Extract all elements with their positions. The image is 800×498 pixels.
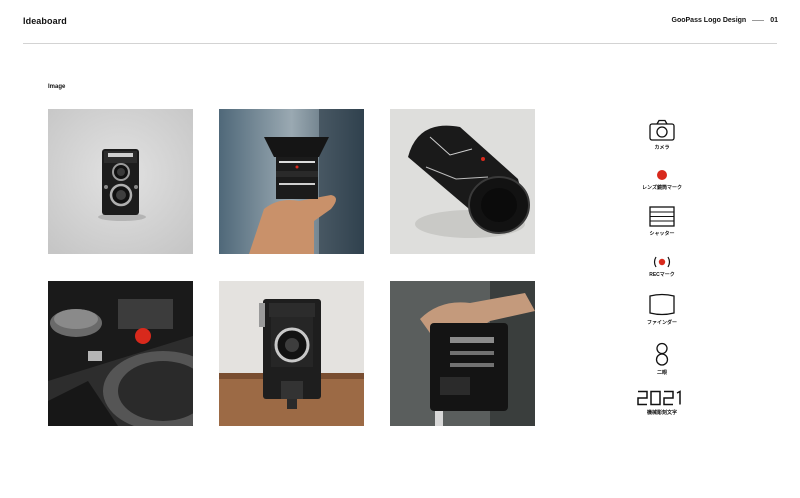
camera-lens-photo — [390, 109, 535, 254]
rec-mark-icon — [653, 256, 671, 268]
app-title: Ideaboard — [23, 16, 67, 26]
image-tile-hand-lens[interactable] — [219, 109, 364, 254]
red-dot-icon — [657, 170, 667, 180]
digits-2021-icon — [637, 390, 681, 406]
legend-label-camera: カメラ — [654, 145, 670, 151]
legend-item-camera: カメラ — [622, 119, 702, 151]
legend-item-finder: ファインダー — [622, 293, 702, 326]
rangefinder-camera-photo — [48, 281, 193, 426]
header-rule — [23, 43, 777, 44]
legend-item-rec-mark: RECマーク — [622, 256, 702, 278]
page-number: 01 — [770, 17, 778, 24]
legend-label-shutter: シャッター — [649, 231, 675, 237]
legend-label-twin-lens: 二眼 — [656, 370, 667, 376]
legend-label-finder: ファインダー — [646, 320, 677, 326]
image-tile-lens[interactable] — [390, 109, 535, 254]
project-title: GooPass Logo Design — [671, 17, 747, 24]
header-project-info: GooPass Logo Design 01 — [672, 17, 778, 24]
lens-pair-icon — [655, 342, 669, 366]
folding-camera-photo — [219, 281, 364, 426]
shutter-icon — [649, 206, 675, 227]
hand-holding-camera-photo — [390, 281, 535, 426]
legend-label-rec-mark: RECマーク — [649, 272, 675, 278]
legend-item-twin-lens: 二眼 — [622, 342, 702, 376]
legend-item-engraved-text: 機械彫刻文字 — [622, 390, 702, 416]
image-tile-twin-lens-camera[interactable] — [48, 109, 193, 254]
legend-label-engraved-text: 機械彫刻文字 — [646, 410, 677, 416]
legend-label-lens-mark: レンズ鏡筒マーク — [642, 185, 682, 191]
image-tile-folding-camera[interactable] — [219, 281, 364, 426]
legend-item-lens-mark: レンズ鏡筒マーク — [622, 169, 702, 191]
twin-lens-camera-photo — [48, 109, 193, 254]
camera-icon — [649, 119, 675, 141]
image-tile-hand-camera[interactable] — [390, 281, 535, 426]
finder-icon — [649, 293, 675, 316]
section-label: Image — [48, 84, 66, 90]
legend-item-shutter: シャッター — [622, 206, 702, 237]
image-tile-rangefinder[interactable] — [48, 281, 193, 426]
header-divider — [752, 20, 765, 21]
hand-holding-lens-photo — [219, 109, 364, 254]
